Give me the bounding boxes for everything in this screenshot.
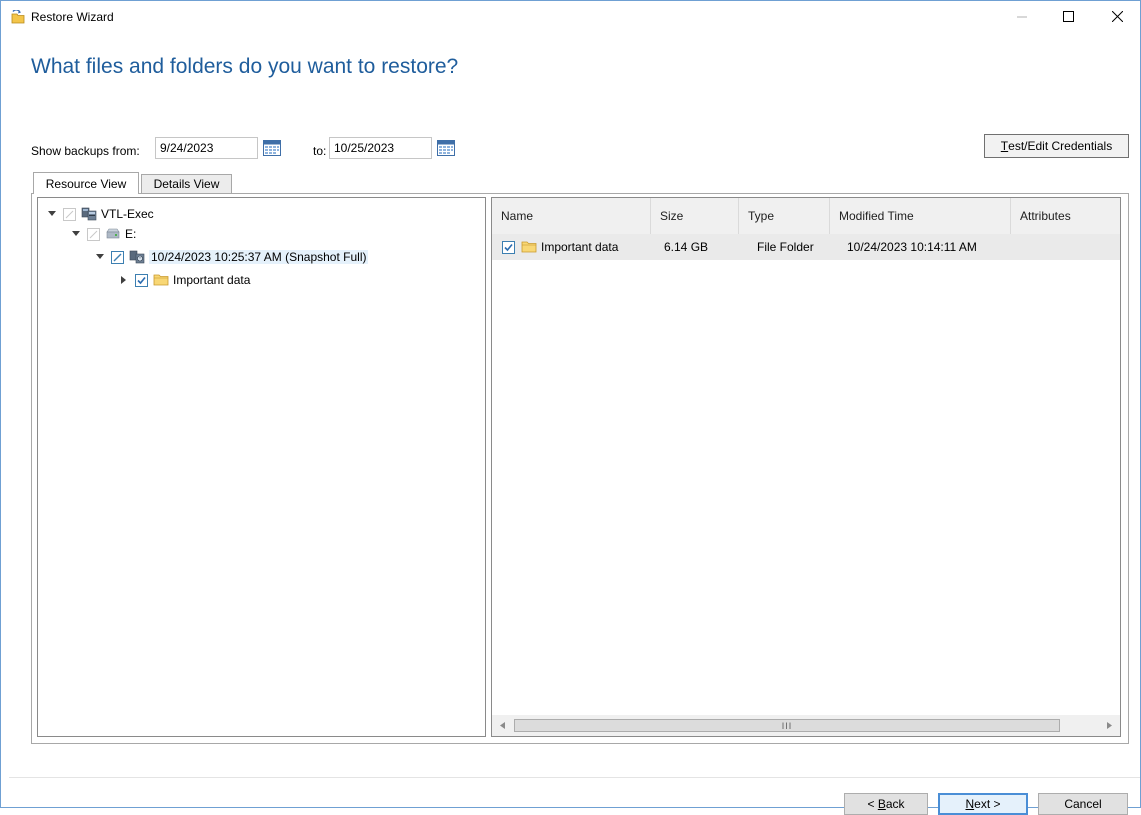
row-checkbox[interactable] <box>502 240 515 254</box>
expand-arrow-icon[interactable] <box>46 208 58 220</box>
column-header-type[interactable]: Type <box>739 198 830 234</box>
credentials-label: est/Edit Credentials <box>1008 139 1113 153</box>
restore-app-icon <box>10 9 26 24</box>
row-type: File Folder <box>757 240 814 254</box>
back-mnemonic: B <box>877 797 886 811</box>
row-name-cell: Important data <box>502 234 618 260</box>
calendar-icon[interactable] <box>437 140 455 156</box>
restore-wizard-window: Restore Wizard What files and folders do… <box>0 0 1141 815</box>
server-icon <box>81 207 97 221</box>
window-title: Restore Wizard <box>31 10 114 24</box>
tab-details-view[interactable]: Details View <box>141 174 232 194</box>
row-size: 6.14 GB <box>664 240 709 254</box>
column-header-size[interactable]: Size <box>651 198 739 234</box>
next-mnemonic: N <box>965 797 975 811</box>
close-icon[interactable] <box>1094 1 1140 32</box>
folder-icon <box>521 240 537 254</box>
row-modified-time: 10/24/2023 10:14:11 AM <box>847 240 977 254</box>
tree-node-label: 10/24/2023 10:25:37 AM (Snapshot Full) <box>149 250 369 264</box>
folder-icon <box>153 273 169 287</box>
test-edit-credentials-button[interactable]: Test/Edit Credentials <box>984 134 1129 158</box>
tree-checkbox[interactable] <box>135 273 148 287</box>
file-list[interactable]: Name Size Type Modified Time Attributes … <box>491 197 1121 737</box>
tree-checkbox[interactable] <box>87 227 100 241</box>
footer-divider <box>9 777 1140 778</box>
back-label: ack <box>885 797 905 811</box>
tree-node[interactable]: E: <box>70 224 136 244</box>
credentials-mnemonic: T <box>1000 139 1009 153</box>
scroll-right-icon[interactable] <box>1101 715 1118 736</box>
title-bar: Restore Wizard <box>1 1 1140 32</box>
next-label: ext > <box>974 797 1001 811</box>
table-row[interactable]: Important data 6.14 GB File Folder 10/24… <box>492 234 1120 260</box>
resource-tree[interactable]: VTL-Exec E: 10/24/2023 10:25:37 AM (Snap… <box>37 197 486 737</box>
column-header-modified-time[interactable]: Modified Time <box>830 198 1011 234</box>
to-date-label: to: <box>313 144 327 158</box>
list-header: Name Size Type Modified Time Attributes <box>492 198 1120 235</box>
next-button[interactable]: Next > <box>938 793 1028 815</box>
to-date-input[interactable] <box>329 137 432 159</box>
scroll-thumb[interactable]: III <box>514 719 1060 732</box>
scroll-left-icon[interactable] <box>494 715 511 736</box>
from-date-label: Show backups from: <box>31 144 140 158</box>
maximize-icon[interactable] <box>1045 1 1091 32</box>
expand-arrow-icon[interactable] <box>94 251 106 263</box>
tree-node[interactable]: 10/24/2023 10:25:37 AM (Snapshot Full) <box>94 247 369 267</box>
row-name: Important data <box>541 240 619 254</box>
from-date-input[interactable] <box>155 137 258 159</box>
page-heading: What files and folders do you want to re… <box>31 55 459 78</box>
tree-node[interactable]: Important data <box>118 270 250 290</box>
tab-resource-view[interactable]: Resource View <box>33 172 139 194</box>
tree-checkbox[interactable] <box>63 207 76 221</box>
expand-arrow-icon[interactable] <box>70 228 82 240</box>
tree-node-label: VTL-Exec <box>101 207 154 221</box>
column-header-attributes[interactable]: Attributes <box>1011 198 1120 234</box>
collapse-arrow-icon[interactable] <box>118 274 130 286</box>
column-header-name[interactable]: Name <box>492 198 651 234</box>
drive-icon <box>105 227 121 241</box>
tree-checkbox[interactable] <box>111 250 124 264</box>
back-button[interactable]: < Back <box>844 793 928 815</box>
tree-node[interactable]: VTL-Exec <box>46 204 154 224</box>
tree-node-label: Important data <box>173 273 251 287</box>
cancel-button[interactable]: Cancel <box>1038 793 1128 815</box>
horizontal-scrollbar[interactable]: III <box>492 715 1120 736</box>
calendar-icon[interactable] <box>263 140 281 156</box>
minimize-icon[interactable] <box>999 1 1045 32</box>
tree-node-label: E: <box>125 227 137 241</box>
back-prefix: < <box>867 797 878 811</box>
snapshot-icon <box>129 250 145 264</box>
